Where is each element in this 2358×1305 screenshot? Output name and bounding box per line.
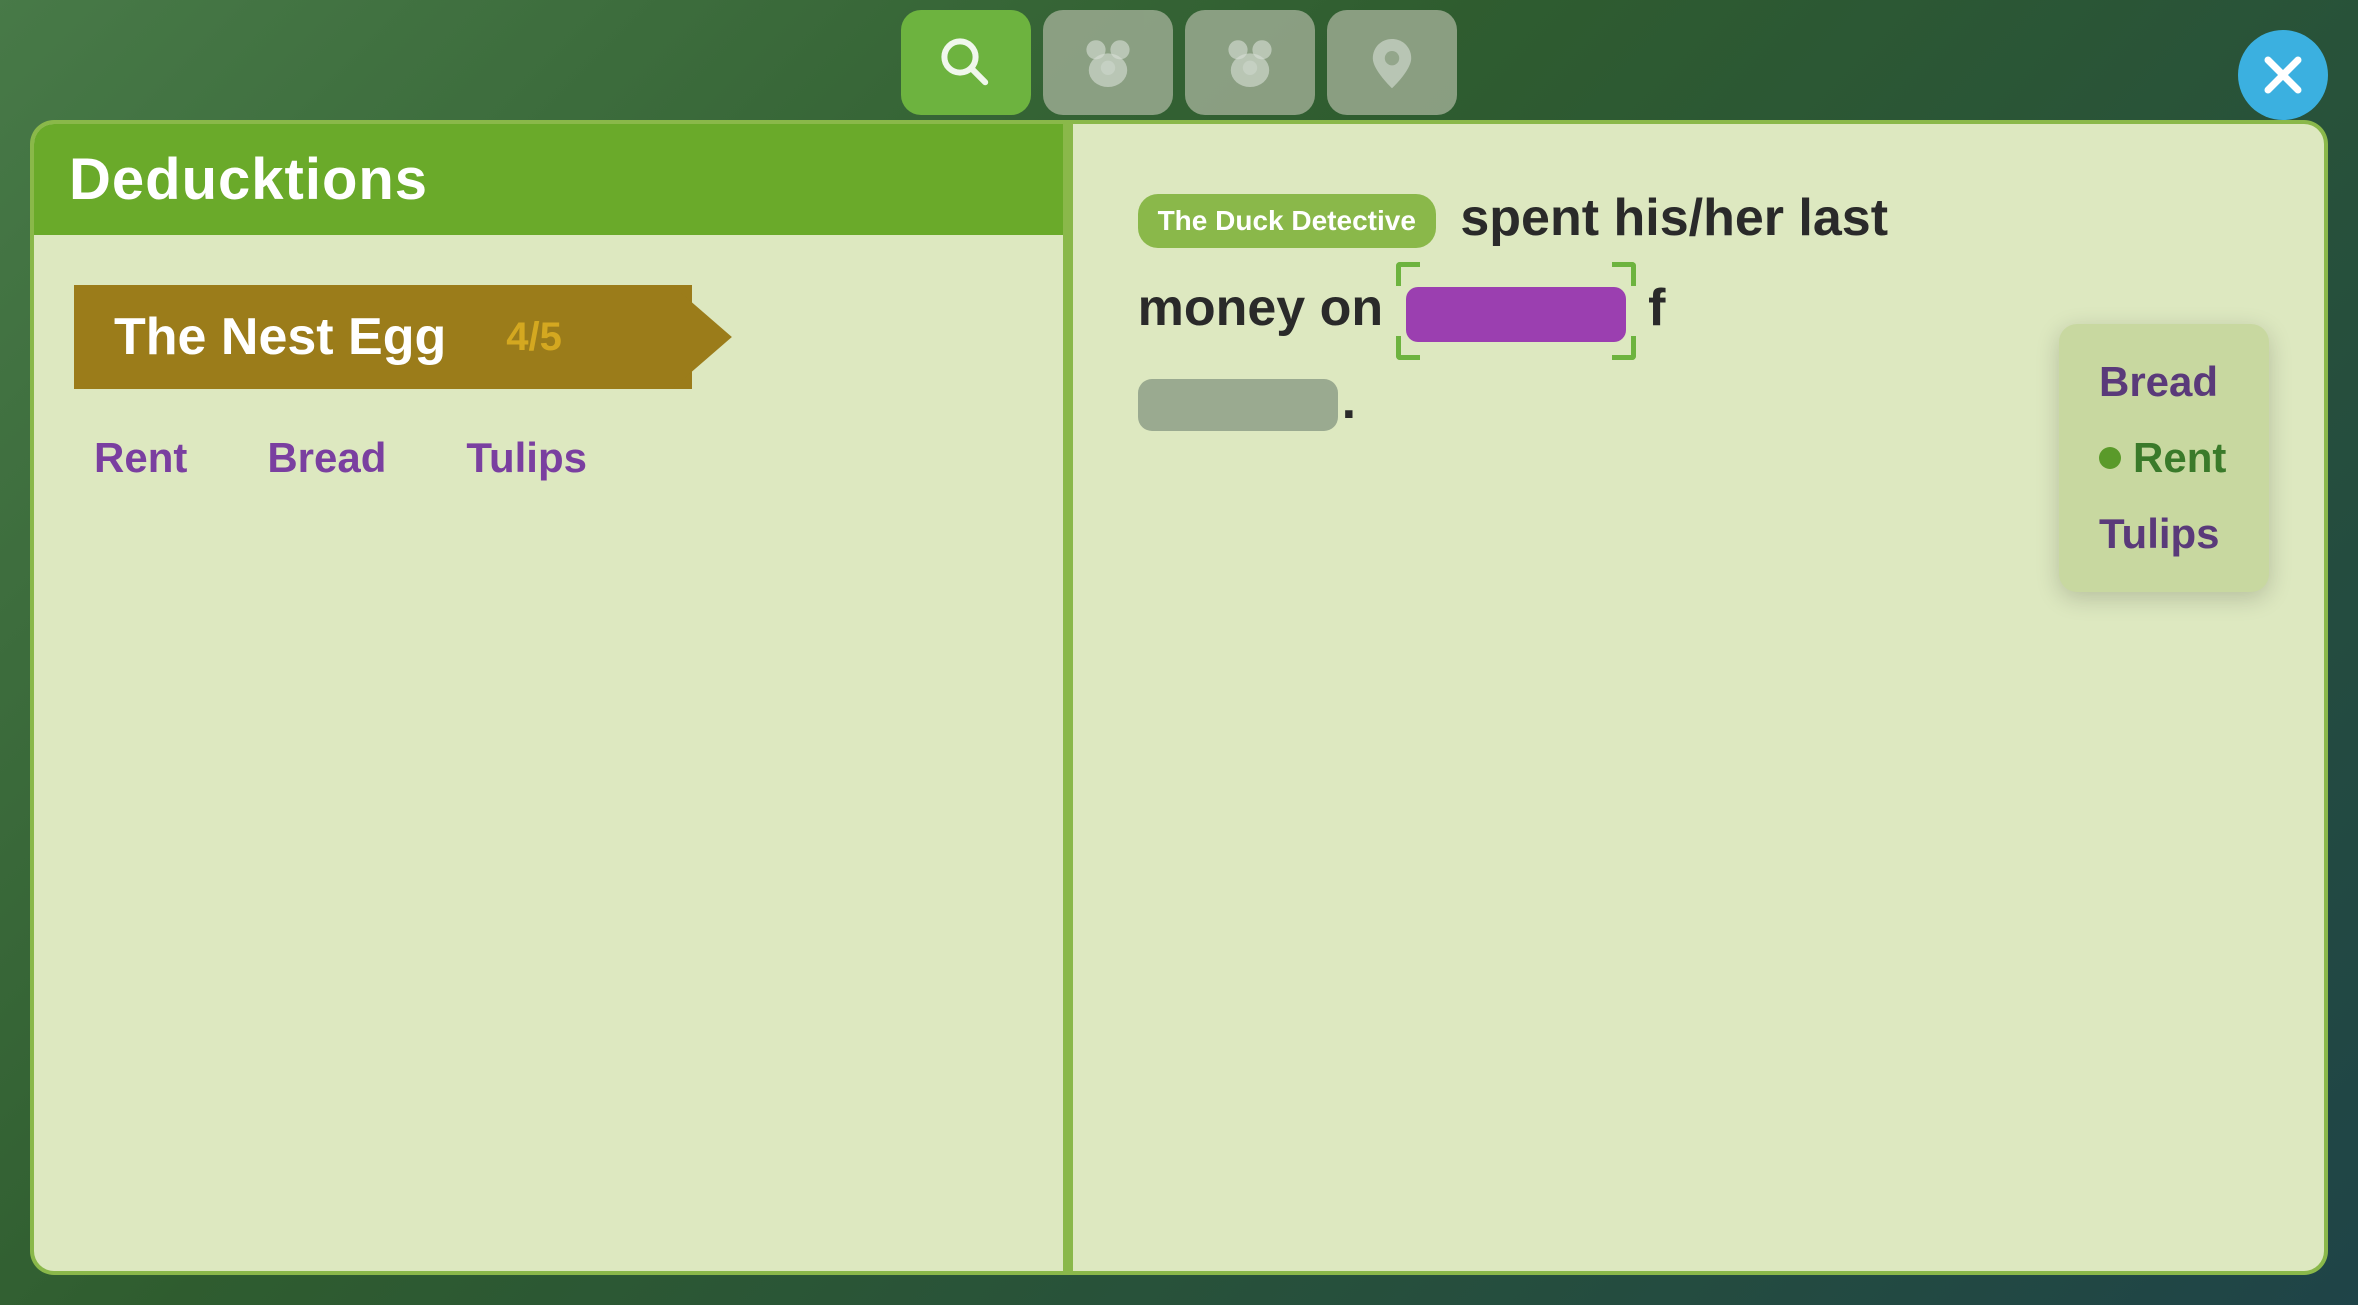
text-part1: spent his/her last <box>1460 189 1888 247</box>
blank-slot[interactable] <box>1406 272 1626 350</box>
chapter-title: The Nest Egg <box>114 307 446 367</box>
dropdown-label-rent: Rent <box>2133 434 2226 482</box>
text-line-1: The Duck Detective spent his/her last <box>1138 179 2269 257</box>
clue-bread[interactable]: Bread <box>267 434 386 482</box>
corner-tr <box>1612 262 1636 286</box>
book-container: Deducktions The Nest Egg 4/5 Rent Bread … <box>30 120 2328 1275</box>
tab-bear1[interactable] <box>1043 10 1173 115</box>
dropdown-item-rent[interactable]: Rent <box>2089 420 2239 496</box>
corner-bl <box>1396 336 1420 360</box>
right-page: The Duck Detective spent his/her last mo… <box>1071 120 2328 1275</box>
tab-bear2[interactable] <box>1185 10 1315 115</box>
tab-location[interactable] <box>1327 10 1457 115</box>
corner-br <box>1612 336 1636 360</box>
chapter-banner[interactable]: The Nest Egg 4/5 <box>74 285 1023 389</box>
detective-badge: The Duck Detective <box>1138 194 1436 248</box>
clue-items: Rent Bread Tulips <box>74 434 1023 482</box>
blank-slot-inner <box>1406 287 1626 342</box>
clue-tulips[interactable]: Tulips <box>466 434 587 482</box>
left-page-header: Deducktions <box>34 124 1063 235</box>
bear-icon-2 <box>1220 33 1280 93</box>
dropdown-item-bread[interactable]: Bread <box>2089 344 2239 420</box>
chapter-banner-shape: The Nest Egg 4/5 <box>74 285 692 389</box>
dropdown-label-bread: Bread <box>2099 358 2218 406</box>
text-part3: f <box>1648 279 1665 337</box>
deducktions-title: Deducktions <box>69 146 1028 213</box>
left-page-content: The Nest Egg 4/5 Rent Bread Tulips <box>34 235 1063 532</box>
chapter-progress: 4/5 <box>506 315 612 360</box>
answer-blank <box>1138 379 1338 431</box>
dropdown-item-tulips[interactable]: Tulips <box>2089 496 2239 572</box>
close-button[interactable] <box>2238 30 2328 120</box>
corner-tl <box>1396 262 1420 286</box>
left-page: Deducktions The Nest Egg 4/5 Rent Bread … <box>30 120 1065 1275</box>
end-punctuation: . <box>1342 372 1356 430</box>
dropdown-menu: Bread Rent Tulips <box>2059 324 2269 592</box>
dropdown-label-tulips: Tulips <box>2099 510 2220 558</box>
clue-rent[interactable]: Rent <box>94 434 187 482</box>
bear-icon-1 <box>1078 33 1138 93</box>
tab-search[interactable] <box>901 10 1031 115</box>
text-part2: money on <box>1138 279 1384 337</box>
close-icon <box>2258 50 2308 100</box>
top-nav <box>901 0 1457 115</box>
page-divider <box>1065 120 1071 1275</box>
selected-dot <box>2099 447 2121 469</box>
search-icon <box>936 33 996 93</box>
location-icon <box>1362 33 1422 93</box>
